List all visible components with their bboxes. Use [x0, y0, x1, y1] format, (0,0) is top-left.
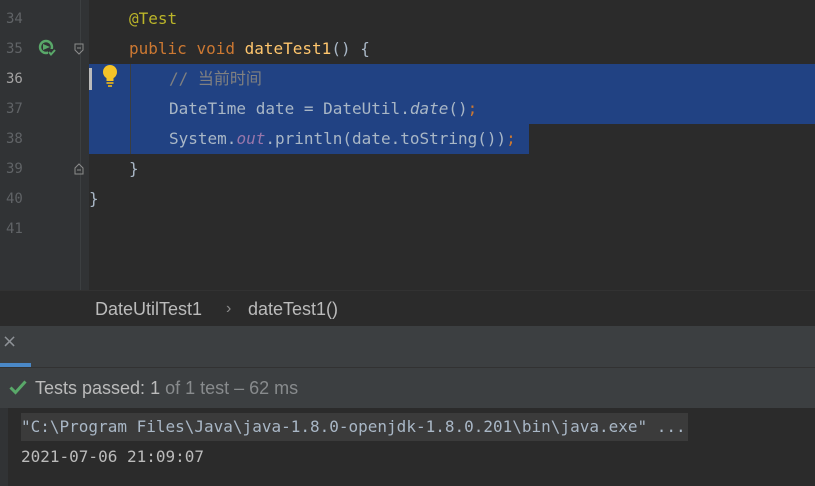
- code-line-37[interactable]: 37 DateTime date = DateUtil.date();: [0, 94, 815, 124]
- check-icon: [9, 380, 27, 395]
- code-line-34[interactable]: 34 @Test: [0, 4, 815, 34]
- code-text: public void dateTest1() {: [129, 34, 370, 64]
- line-number: 34: [6, 11, 23, 27]
- fold-marker-icon[interactable]: [74, 43, 84, 55]
- lightbulb-icon[interactable]: [101, 64, 119, 88]
- test-status-text: Tests passed: 1 of 1 test – 62 ms: [35, 368, 298, 408]
- static-method: date: [409, 99, 449, 118]
- code-line-36[interactable]: 36 // 当前时间: [0, 64, 815, 94]
- code-line-41[interactable]: 41: [0, 214, 815, 244]
- code-text: @Test: [129, 9, 178, 28]
- run-tool-window-tabbar: [0, 326, 815, 367]
- semicolon: ;: [467, 99, 478, 118]
- line-number: 41: [6, 221, 23, 237]
- semicolon: ;: [506, 129, 516, 148]
- fold-end-marker-icon[interactable]: [74, 163, 84, 175]
- run-test-icon[interactable]: [38, 39, 56, 57]
- line-number: 40: [6, 191, 23, 207]
- keyword-public: public: [129, 39, 187, 58]
- code-text: System.out.println(date.toString());: [169, 124, 516, 154]
- code-punct: () {: [331, 39, 370, 58]
- breadcrumb: DateUtilTest1 › dateTest1(): [0, 290, 815, 327]
- console-output[interactable]: "C:\Program Files\Java\java-1.8.0-openjd…: [0, 408, 815, 486]
- console-command-line[interactable]: "C:\Program Files\Java\java-1.8.0-openjd…: [21, 413, 688, 441]
- line-number: 38: [6, 131, 23, 147]
- code-part: .println(date.toString()): [265, 129, 507, 148]
- code-line-35[interactable]: 35 public void dateTest1() {: [0, 34, 815, 64]
- status-detail: of 1 test – 62 ms: [160, 378, 299, 398]
- line-number: 36: [6, 71, 23, 87]
- breadcrumb-class[interactable]: DateUtilTest1: [95, 291, 202, 327]
- code-part: DateTime date = DateUtil.: [169, 99, 410, 118]
- keyword-void: void: [196, 39, 235, 58]
- code-editor[interactable]: 34 @Test 35 public void dateTest1() { 36…: [0, 0, 815, 290]
- code-text: }: [89, 189, 99, 208]
- passed-count: 1: [150, 378, 161, 398]
- code-part: System.: [169, 129, 237, 148]
- code-line-39[interactable]: 39 }: [0, 154, 815, 184]
- test-status-bar: Tests passed: 1 of 1 test – 62 ms: [0, 367, 815, 408]
- breadcrumb-method[interactable]: dateTest1(): [248, 291, 338, 327]
- console-gutter: [0, 408, 8, 486]
- code-text: DateTime date = DateUtil.date();: [169, 94, 477, 124]
- code-line-38[interactable]: 38 System.out.println(date.toString());: [0, 124, 815, 154]
- line-number: 35: [6, 41, 23, 57]
- close-icon[interactable]: ×: [2, 333, 18, 351]
- status-label: Tests passed:: [35, 378, 151, 398]
- line-number: 39: [6, 161, 23, 177]
- code-text: }: [129, 159, 139, 178]
- method-name: dateTest1: [244, 39, 332, 58]
- breadcrumb-separator-icon: ›: [226, 300, 232, 317]
- code-comment: // 当前时间: [169, 69, 262, 88]
- code-line-40[interactable]: 40 }: [0, 184, 815, 214]
- code-part: (): [448, 99, 468, 118]
- console-output-line: 2021-07-06 21:09:07: [21, 447, 205, 466]
- line-number: 37: [6, 101, 23, 117]
- static-field: out: [236, 129, 266, 148]
